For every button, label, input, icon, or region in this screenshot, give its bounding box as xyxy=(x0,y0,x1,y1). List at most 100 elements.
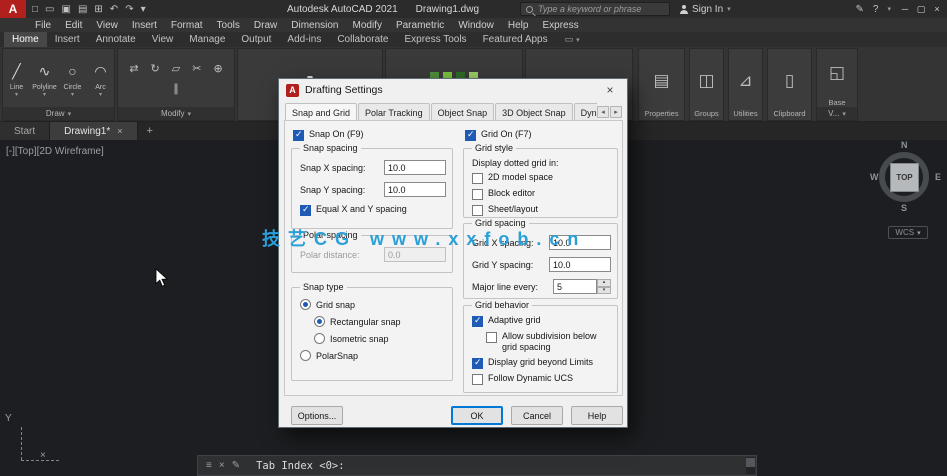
menu-item[interactable]: Edit xyxy=(58,20,89,31)
spin-up-icon[interactable]: ▴ xyxy=(597,279,611,287)
modify-tool-icon[interactable]: ↻ xyxy=(151,62,160,75)
modify-tool-icon[interactable]: ✂ xyxy=(192,62,201,75)
ribbon-display-toggle[interactable]: ▭ ▾ xyxy=(556,32,589,47)
autocad-app-menu-button[interactable]: A xyxy=(0,0,26,18)
ribbon-tab[interactable]: Annotate xyxy=(88,32,144,47)
checkbox[interactable]: Display grid beyond Limits xyxy=(472,357,611,369)
draw-tool-button[interactable]: ╱ Line ▾ xyxy=(4,58,30,98)
tab-scroll-left-icon[interactable]: ◂ xyxy=(597,106,609,118)
command-line-icon[interactable]: ≡ xyxy=(206,460,212,471)
menu-item[interactable]: Help xyxy=(501,20,536,31)
dialog-tab[interactable]: Snap and Grid xyxy=(285,103,357,121)
properties-panel[interactable]: ▤ Properties xyxy=(638,48,685,121)
checkbox[interactable]: Adaptive grid xyxy=(472,315,611,327)
options-button[interactable]: Options... xyxy=(291,406,343,425)
modify-tool-icon[interactable]: ⇄ xyxy=(129,62,138,75)
ribbon-tab[interactable]: Output xyxy=(233,32,279,47)
close-tab-icon[interactable]: × xyxy=(117,126,122,136)
menu-item[interactable]: File xyxy=(28,20,58,31)
checkbox[interactable]: Sheet/layout xyxy=(472,204,611,216)
draw-panel-title[interactable]: Draw▾ xyxy=(3,107,114,120)
compass-south-label[interactable]: S xyxy=(901,203,907,213)
menu-item[interactable]: Insert xyxy=(125,20,164,31)
command-scrollbar[interactable] xyxy=(746,457,755,474)
ribbon-tab[interactable]: Featured Apps xyxy=(475,32,556,47)
dialog-tab[interactable]: Polar Tracking xyxy=(358,103,430,121)
radio-option[interactable]: Rectangular snap xyxy=(314,316,446,327)
qat-icon[interactable]: ▾ xyxy=(141,4,146,15)
text-input[interactable]: 10.0 xyxy=(549,257,611,272)
dialog-tab[interactable]: Object Snap xyxy=(431,103,495,121)
ribbon-tab[interactable]: Manage xyxy=(181,32,233,47)
menu-item[interactable]: Draw xyxy=(247,20,284,31)
qat-icon[interactable]: □ xyxy=(32,4,38,15)
menu-item[interactable]: Window xyxy=(451,20,501,31)
qat-icon[interactable]: ▤ xyxy=(78,4,87,15)
menu-item[interactable]: Modify xyxy=(346,20,389,31)
checkbox[interactable]: Allow subdivision below grid spacing xyxy=(486,331,611,353)
utilities-panel[interactable]: ⊿ Utilities xyxy=(728,48,763,121)
compass-west-label[interactable]: W xyxy=(870,172,879,182)
checkbox[interactable]: Block editor xyxy=(472,188,611,200)
dialog-tab[interactable]: 3D Object Snap xyxy=(495,103,573,121)
qat-icon[interactable]: ↶ xyxy=(110,4,118,15)
equal-xy-checkbox[interactable]: Equal X and Y spacing xyxy=(300,204,446,216)
qat-icon[interactable]: ↷ xyxy=(125,4,133,15)
snap-on-checkbox[interactable]: Snap On (F9) xyxy=(293,129,364,141)
text-input[interactable]: 10.0 xyxy=(384,160,446,175)
viewport-controls[interactable]: [-][Top][2D Wireframe] xyxy=(6,146,104,157)
base-view-icon[interactable]: ◱ xyxy=(829,49,845,97)
checkbox[interactable]: Follow Dynamic UCS xyxy=(472,373,611,385)
menu-item[interactable]: Parametric xyxy=(389,20,451,31)
draw-tool-button[interactable]: ∿ Polyline ▾ xyxy=(32,58,58,98)
major-line-spinner[interactable]: 5 ▴ ▾ xyxy=(553,279,611,294)
checkbox[interactable]: 2D model space xyxy=(472,172,611,184)
ok-button[interactable]: OK xyxy=(451,406,503,425)
help-icon[interactable]: ? xyxy=(873,4,879,15)
qat-icon[interactable]: ▭ xyxy=(45,4,54,15)
menu-item[interactable]: Dimension xyxy=(284,20,345,31)
modify-tool-icon[interactable]: ▱ xyxy=(172,62,180,75)
cancel-button[interactable]: Cancel xyxy=(511,406,563,425)
close-button[interactable]: × xyxy=(929,4,945,14)
ribbon-tab[interactable]: Express Tools xyxy=(396,32,474,47)
ribbon-tab[interactable]: Add-ins xyxy=(279,32,329,47)
menu-item[interactable]: Tools xyxy=(210,20,247,31)
new-tab-button[interactable]: + xyxy=(138,122,162,140)
modify-tool-icon[interactable]: ⊕ xyxy=(213,62,222,75)
command-line[interactable]: ≡ × ✎ Tab Index <0>: xyxy=(197,455,757,476)
radio-option[interactable]: Isometric snap xyxy=(314,333,446,344)
help-button[interactable]: Help xyxy=(571,406,623,425)
command-line-icon[interactable]: ✎ xyxy=(232,460,240,471)
ribbon-tab[interactable]: Collaborate xyxy=(329,32,396,47)
dialog-title-bar[interactable]: A Drafting Settings × xyxy=(279,79,627,101)
view-panel-title[interactable]: V...▾ xyxy=(817,107,857,120)
file-tab-drawing1[interactable]: Drawing1* × xyxy=(50,122,137,140)
radio-option[interactable]: Grid snap xyxy=(300,299,446,310)
dialog-close-button[interactable]: × xyxy=(593,79,627,101)
search-box[interactable]: Type a keyword or phrase xyxy=(520,2,670,16)
viewcube[interactable]: N W E S TOP xyxy=(872,142,944,220)
feedback-pencil-icon[interactable]: ✎ xyxy=(856,4,864,15)
file-tab-start[interactable]: Start xyxy=(0,122,50,140)
ribbon-tab[interactable]: Home xyxy=(4,32,47,47)
radio-option[interactable]: PolarSnap xyxy=(300,350,446,361)
menu-item[interactable]: View xyxy=(89,20,125,31)
ribbon-tab[interactable]: View xyxy=(144,32,182,47)
ribbon-tab[interactable]: Insert xyxy=(47,32,88,47)
compass-north-label[interactable]: N xyxy=(901,140,908,150)
menu-item[interactable]: Format xyxy=(164,20,210,31)
menu-item[interactable]: Express xyxy=(535,20,585,31)
modify-tool-icon[interactable]: ∥ xyxy=(173,82,179,95)
minimize-button[interactable]: ─ xyxy=(897,4,913,14)
chevron-down-icon[interactable]: ▾ xyxy=(887,5,891,13)
qat-icon[interactable]: ⊞ xyxy=(94,4,102,15)
command-prompt[interactable]: Tab Index <0>: xyxy=(248,460,345,472)
sign-in-button[interactable]: Sign In ▾ xyxy=(680,0,731,18)
groups-panel[interactable]: ◫ Groups xyxy=(689,48,724,121)
command-line-icon[interactable]: × xyxy=(219,460,225,471)
dialog-tab[interactable]: Dynamic Input xyxy=(574,103,597,121)
text-input[interactable]: 10.0 xyxy=(384,182,446,197)
tab-scroll-right-icon[interactable]: ▸ xyxy=(610,106,622,118)
clipboard-panel[interactable]: ▯ Clipboard xyxy=(767,48,812,121)
